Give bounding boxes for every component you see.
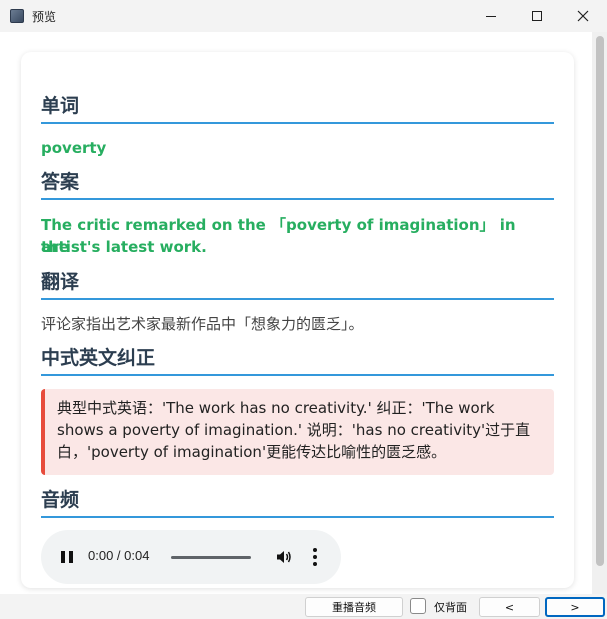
- back-only-checkbox[interactable]: [410, 598, 426, 614]
- more-options-icon[interactable]: [313, 548, 317, 566]
- previous-button[interactable]: <: [479, 597, 540, 617]
- word-value: poverty: [41, 139, 107, 157]
- content-area: 单词 poverty 答案 The critic remarked on the…: [0, 32, 592, 594]
- maximize-button[interactable]: [514, 0, 560, 32]
- translation-heading: 翻译: [41, 270, 554, 300]
- app-icon: [10, 9, 24, 23]
- title-bar: 预览: [0, 0, 607, 32]
- replay-audio-button[interactable]: 重播音频: [305, 597, 403, 617]
- close-button[interactable]: [560, 0, 606, 32]
- correction-heading: 中式英文纠正: [41, 346, 554, 376]
- correction-line-3: 白，'poverty of imagination'更能传达比喻性的匮乏感。: [57, 443, 447, 461]
- audio-progress-slider[interactable]: [171, 556, 251, 559]
- next-button[interactable]: >: [545, 597, 605, 617]
- window-title: 预览: [32, 9, 57, 24]
- pause-icon[interactable]: [61, 551, 73, 563]
- answer-line-2: artist's latest work.: [41, 238, 207, 256]
- bottom-toolbar: 重播音频 仅背面 < >: [0, 594, 607, 619]
- audio-player: 0:00 / 0:04: [41, 530, 341, 584]
- scrollbar-thumb[interactable]: [596, 36, 604, 566]
- answer-heading: 答案: [41, 170, 554, 200]
- close-icon: [577, 10, 589, 22]
- audio-heading: 音频: [41, 488, 554, 518]
- correction-box: 典型中式英语：'The work has no creativity.' 纠正：…: [41, 389, 554, 475]
- flashcard: 单词 poverty 答案 The critic remarked on the…: [21, 52, 574, 588]
- correction-line-1: 典型中式英语：'The work has no creativity.' 纠正：…: [57, 399, 495, 417]
- volume-icon[interactable]: [276, 549, 292, 565]
- maximize-icon: [532, 11, 542, 21]
- back-only-label: 仅背面: [434, 601, 467, 614]
- correction-line-2: shows a poverty of imagination.' 说明：'has…: [57, 421, 531, 439]
- minimize-button[interactable]: [468, 0, 514, 32]
- translation-value: 评论家指出艺术家最新作品中「想象力的匮乏」。: [41, 315, 364, 333]
- audio-time: 0:00 / 0:04: [88, 548, 150, 563]
- minimize-icon: [486, 15, 496, 17]
- word-heading: 单词: [41, 94, 554, 124]
- vertical-scrollbar[interactable]: [592, 32, 607, 594]
